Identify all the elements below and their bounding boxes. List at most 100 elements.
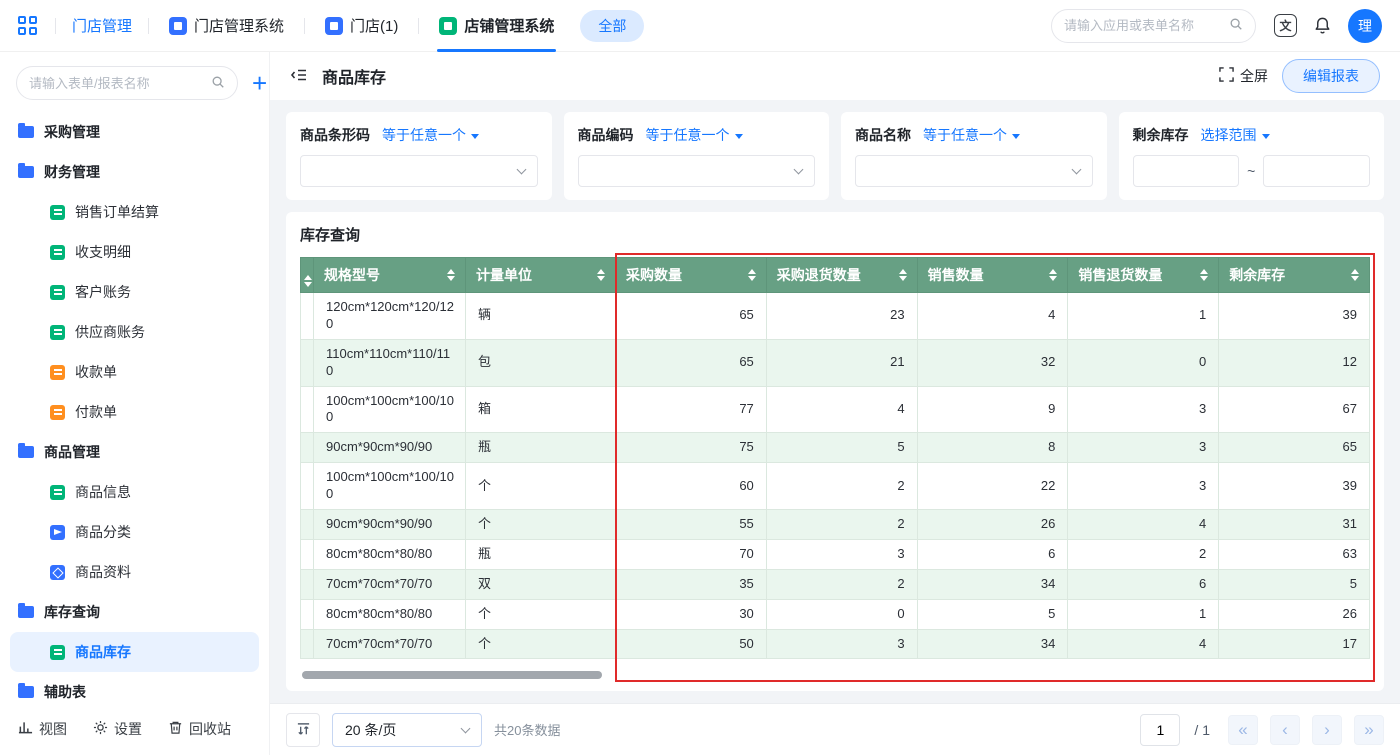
cell-unit: 个 [466,510,616,540]
sidebar-search[interactable] [16,66,238,100]
translate-icon[interactable]: 文 [1274,14,1297,37]
table-row-9[interactable]: 70cm*70cm*70/70个50334417 [301,629,1370,659]
cell-clipped [301,463,314,510]
cell-value: 1 [1068,599,1219,629]
column-header-4[interactable]: 销售数量 [917,258,1068,293]
table-row-4[interactable]: 100cm*100cm*100/100个60222339 [301,463,1370,510]
tab-store-1[interactable]: 门店(1) [309,0,414,52]
row-height-toggle-button[interactable] [286,713,320,747]
filter-operator-dropdown[interactable]: 等于任意一个 [646,125,743,145]
app-square-icon [325,17,343,35]
table-row-8[interactable]: 80cm*80cm*80/80个3005126 [301,599,1370,629]
sort-icon[interactable] [304,275,312,287]
next-page-button[interactable]: › [1312,715,1342,745]
column-header-0[interactable]: 规格型号 [314,258,466,293]
cell-value: 32 [917,339,1068,386]
sidebar-item-5[interactable]: 供应商账务 [10,312,259,352]
last-page-button[interactable]: » [1354,715,1384,745]
tab-shop-management-system[interactable]: 店铺管理系统 [423,0,570,52]
filter-value-select[interactable] [578,155,816,187]
recycle-bin-button[interactable]: 回收站 [168,719,231,739]
table-row-3[interactable]: 90cm*90cm*90/90瓶7558365 [301,433,1370,463]
sort-icon[interactable] [1049,269,1057,281]
column-label: 销售数量 [928,265,984,285]
sort-icon[interactable] [1200,269,1208,281]
cell-value: 34 [917,569,1068,599]
table-row-6[interactable]: 80cm*80cm*80/80瓶7036263 [301,539,1370,569]
cell-value: 39 [1219,293,1370,340]
filter-operator-dropdown[interactable]: 选择范围 [1201,125,1270,145]
sidebar-item-6[interactable]: 收款单 [10,352,259,392]
sidebar-item-1[interactable]: 财务管理 [10,152,259,192]
sort-icon[interactable] [447,269,455,281]
sidebar-item-7[interactable]: 付款单 [10,392,259,432]
sort-icon[interactable] [597,269,605,281]
page-size-select[interactable]: 20 条/页 [332,713,482,747]
page-title: 商品库存 [322,64,386,88]
sidebar-item-13[interactable]: 商品库存 [10,632,259,672]
global-search-input[interactable] [1064,18,1221,33]
table-row-0[interactable]: 120cm*120cm*120/120辆65234139 [301,293,1370,340]
column-header-2[interactable]: 采购数量 [616,258,767,293]
sidebar-item-2[interactable]: 销售订单结算 [10,192,259,232]
edit-report-button[interactable]: 编辑报表 [1282,59,1380,93]
cell-value: 4 [1068,510,1219,540]
range-max-input[interactable] [1263,155,1370,187]
sidebar-item-3[interactable]: 收支明细 [10,232,259,272]
apps-grid-icon[interactable] [18,16,37,35]
cell-value: 2 [766,569,917,599]
all-pill-button[interactable]: 全部 [580,10,644,42]
table-row-2[interactable]: 100cm*100cm*100/100箱7749367 [301,386,1370,433]
avatar[interactable]: 理 [1348,9,1382,43]
bell-icon[interactable] [1313,16,1332,35]
collapse-sidebar-icon[interactable] [290,66,308,87]
filter-operator-dropdown[interactable]: 等于任意一个 [382,125,479,145]
cell-value: 5 [1219,569,1370,599]
sidebar-item-label: 商品库存 [75,642,131,662]
filter-value-select[interactable] [855,155,1093,187]
sidebar-item-14[interactable]: 辅助表 [10,672,259,703]
cell-unit: 个 [466,463,616,510]
range-min-input[interactable] [1133,155,1240,187]
fullscreen-button[interactable]: 全屏 [1219,66,1268,86]
add-form-button[interactable]: + [252,72,267,94]
sidebar-item-8[interactable]: 商品管理 [10,432,259,472]
settings-button[interactable]: 设置 [93,719,142,739]
payment-icon [50,405,65,420]
sidebar-item-9[interactable]: 商品信息 [10,472,259,512]
first-page-button[interactable]: « [1228,715,1258,745]
sort-icon[interactable] [1351,269,1359,281]
global-search[interactable] [1051,9,1256,43]
page-number-input[interactable] [1140,714,1180,746]
table-row-7[interactable]: 70cm*70cm*70/70双3523465 [301,569,1370,599]
sort-icon[interactable] [899,269,907,281]
prev-page-button[interactable]: ‹ [1270,715,1300,745]
tab-store-management-system[interactable]: 门店管理系统 [153,0,300,52]
column-header-1[interactable]: 计量单位 [466,258,616,293]
views-button[interactable]: 视图 [18,719,67,739]
cell-clipped [301,510,314,540]
sidebar-item-label: 商品分类 [75,522,131,542]
cell-value: 6 [1068,569,1219,599]
sidebar-item-0[interactable]: 采购管理 [10,112,259,152]
search-icon [211,75,225,92]
horizontal-scrollbar-thumb[interactable] [302,671,602,679]
cell-clipped [301,599,314,629]
sidebar-search-input[interactable] [29,76,205,91]
filter-value-select[interactable] [300,155,538,187]
table-row-1[interactable]: 110cm*110cm*110/110包652132012 [301,339,1370,386]
filter-operator-dropdown[interactable]: 等于任意一个 [923,125,1020,145]
cell-value: 35 [616,569,767,599]
cell-value: 70 [616,539,767,569]
home-link[interactable]: 门店管理 [72,15,132,36]
column-header-5[interactable]: 销售退货数量 [1068,258,1219,293]
cell-clipped [301,386,314,433]
table-row-5[interactable]: 90cm*90cm*90/90个55226431 [301,510,1370,540]
sidebar-item-11[interactable]: 商品资料 [10,552,259,592]
column-header-3[interactable]: 采购退货数量 [766,258,917,293]
sidebar-item-4[interactable]: 客户账务 [10,272,259,312]
sort-icon[interactable] [748,269,756,281]
sidebar-item-10[interactable]: 商品分类 [10,512,259,552]
column-header-6[interactable]: 剩余库存 [1219,258,1370,293]
sidebar-item-12[interactable]: 库存查询 [10,592,259,632]
